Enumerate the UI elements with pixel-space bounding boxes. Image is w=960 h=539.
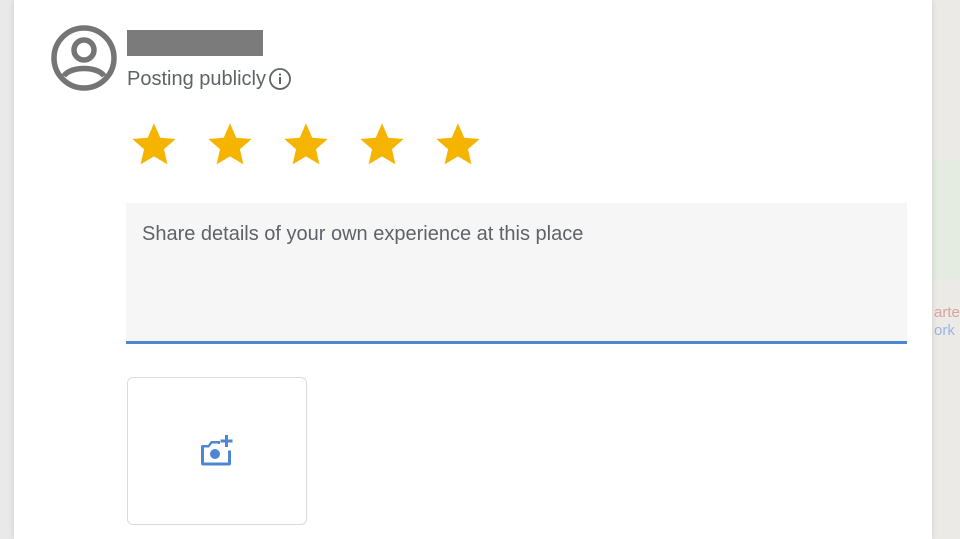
review-textarea[interactable] <box>126 203 907 341</box>
star-3-icon[interactable] <box>280 118 332 170</box>
star-1-icon[interactable] <box>128 118 180 170</box>
review-dialog: Posting publicly <box>14 0 932 539</box>
add-photo-button[interactable] <box>127 377 307 525</box>
avatar-icon <box>51 25 117 91</box>
map-background-left <box>0 0 14 539</box>
star-4-icon[interactable] <box>356 118 408 170</box>
info-icon[interactable] <box>268 67 292 91</box>
posting-visibility: Posting publicly <box>127 66 292 92</box>
redacted-user-name <box>127 30 263 56</box>
add-photo-camera-icon <box>201 435 233 466</box>
map-background-right <box>932 0 960 539</box>
star-2-icon[interactable] <box>204 118 256 170</box>
review-text-field <box>126 203 907 344</box>
map-label-line-2: ork <box>934 322 955 339</box>
star-rating <box>128 118 508 170</box>
map-label-line-1: arte <box>934 304 960 321</box>
posting-publicly-label: Posting publicly <box>127 67 266 90</box>
star-5-icon[interactable] <box>432 118 484 170</box>
map-park-area <box>932 160 960 280</box>
